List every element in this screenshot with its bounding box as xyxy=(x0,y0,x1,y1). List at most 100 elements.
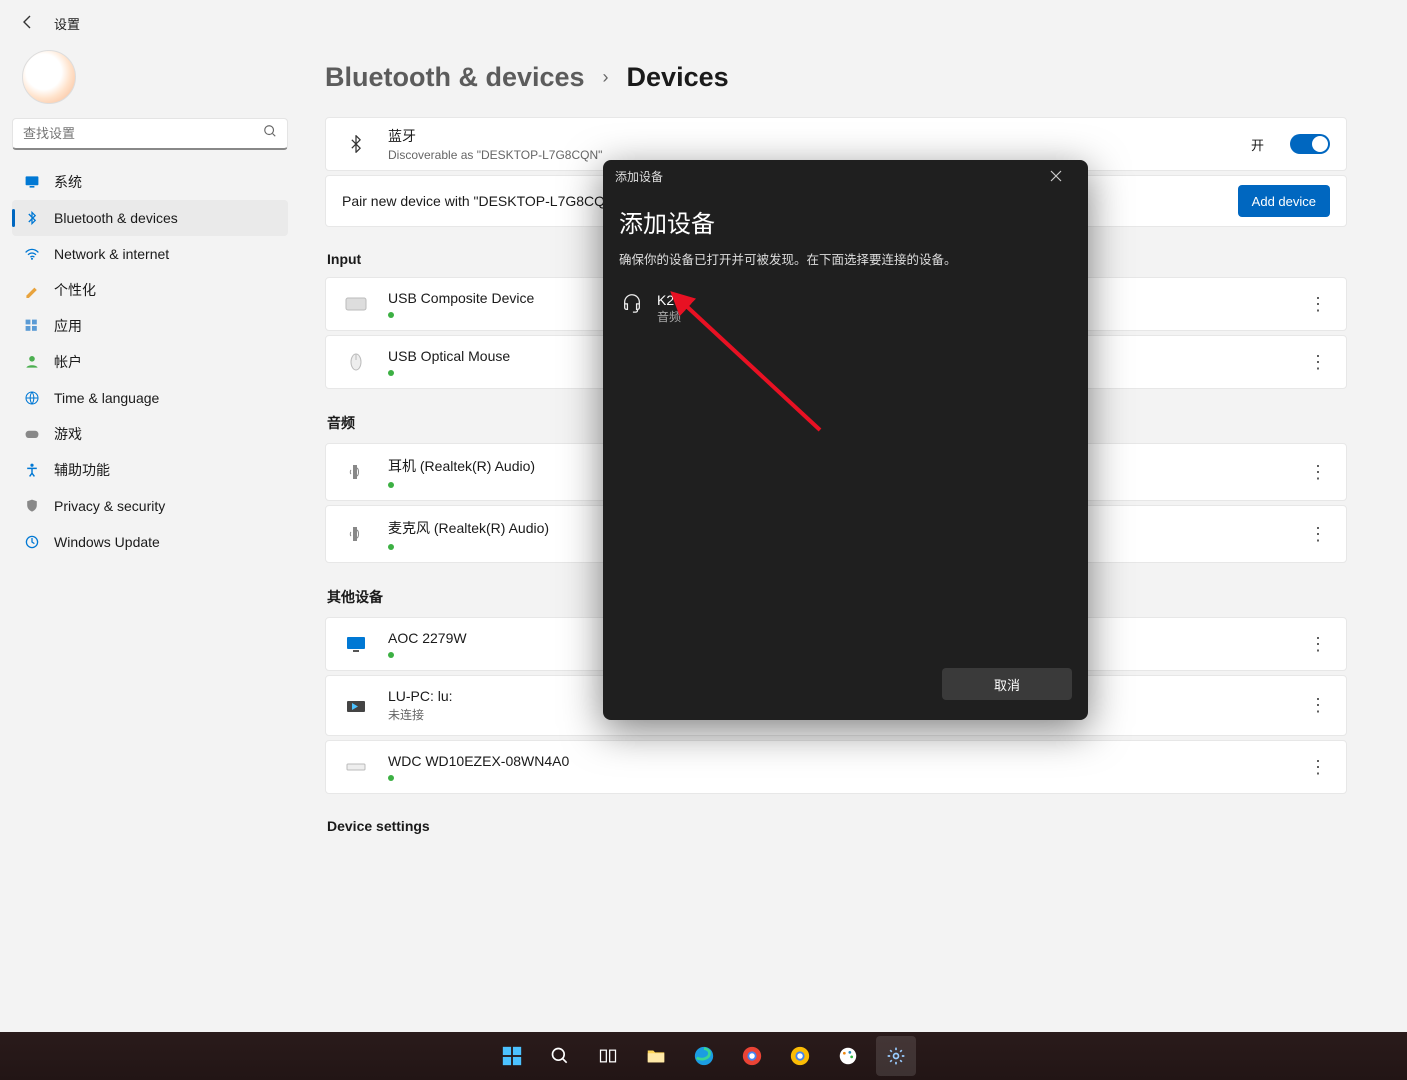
bluetooth-icon xyxy=(342,130,370,158)
more-options-button[interactable]: ⋮ xyxy=(1306,352,1330,373)
nav-item-accessibility[interactable]: 辅助功能 xyxy=(12,452,288,488)
device-icon xyxy=(342,290,370,318)
settings-taskbar-icon[interactable] xyxy=(876,1036,916,1076)
bluetooth-toggle-label: 开 xyxy=(1251,135,1264,154)
dialog-close-button[interactable] xyxy=(1036,162,1076,190)
start-button[interactable] xyxy=(492,1036,532,1076)
status-dot xyxy=(388,775,394,781)
add-device-button[interactable]: Add device xyxy=(1238,185,1330,217)
chrome-canary-icon[interactable] xyxy=(780,1036,820,1076)
nav-item-shield[interactable]: Privacy & security xyxy=(12,488,288,524)
globe-icon xyxy=(24,390,40,406)
device-icon xyxy=(342,348,370,376)
user-icon xyxy=(24,354,40,370)
headset-icon xyxy=(621,292,643,319)
nav-item-globe[interactable]: Time & language xyxy=(12,380,288,416)
file-explorer-icon[interactable] xyxy=(636,1036,676,1076)
device-name: WDC WD10EZEX-08WN4A0 xyxy=(388,753,569,769)
section-device-settings: Device settings xyxy=(327,818,1347,834)
bluetooth-icon xyxy=(24,210,40,226)
gamepad-icon xyxy=(24,426,40,442)
nav-label: 游戏 xyxy=(54,424,82,444)
nav-label: 辅助功能 xyxy=(54,460,110,480)
status-dot xyxy=(388,482,394,488)
update-icon xyxy=(24,534,40,550)
apps-icon xyxy=(24,318,40,334)
nav-item-gamepad[interactable]: 游戏 xyxy=(12,416,288,452)
add-device-dialog: 添加设备 添加设备 确保你的设备已打开并可被发现。在下面选择要连接的设备。 K2… xyxy=(603,160,1088,720)
device-status-text: 未连接 xyxy=(388,706,453,723)
nav-label: Time & language xyxy=(54,390,159,406)
taskbar xyxy=(0,1032,1407,1080)
more-options-button[interactable]: ⋮ xyxy=(1306,462,1330,483)
status-dot xyxy=(388,370,394,376)
breadcrumb-current: Devices xyxy=(627,62,729,93)
nav-item-update[interactable]: Windows Update xyxy=(12,524,288,560)
bluetooth-title: 蓝牙 xyxy=(388,126,602,146)
device-icon xyxy=(342,753,370,781)
device-icon xyxy=(342,630,370,658)
more-options-button[interactable]: ⋮ xyxy=(1306,634,1330,655)
pair-text: Pair new device with "DESKTOP-L7G8CQN" xyxy=(342,193,620,209)
device-icon xyxy=(342,520,370,548)
device-icon xyxy=(342,692,370,720)
nav-item-user[interactable]: 帐户 xyxy=(12,344,288,380)
dialog-heading: 添加设备 xyxy=(619,204,1072,239)
search-icon xyxy=(263,124,277,143)
brush-icon xyxy=(24,282,40,298)
status-dot xyxy=(388,652,394,658)
status-dot xyxy=(388,312,394,318)
task-view-icon[interactable] xyxy=(588,1036,628,1076)
device-name: USB Composite Device xyxy=(388,290,534,306)
more-options-button[interactable]: ⋮ xyxy=(1306,524,1330,545)
device-type: 音频 xyxy=(657,308,681,325)
more-options-button[interactable]: ⋮ xyxy=(1306,695,1330,716)
nav-label: 帐户 xyxy=(54,352,82,372)
monitor-icon xyxy=(24,174,40,190)
device-name: AOC 2279W xyxy=(388,630,467,646)
device-name: K2 xyxy=(657,292,681,308)
search-input[interactable] xyxy=(23,126,263,141)
dialog-cancel-button[interactable]: 取消 xyxy=(942,668,1072,700)
nav-item-wifi[interactable]: Network & internet xyxy=(12,236,288,272)
device-name: LU-PC: lu: xyxy=(388,688,453,704)
user-avatar[interactable] xyxy=(22,50,76,104)
chrome-icon[interactable] xyxy=(732,1036,772,1076)
dialog-description: 确保你的设备已打开并可被发现。在下面选择要连接的设备。 xyxy=(619,249,1072,268)
nav-item-monitor[interactable]: 系统 xyxy=(12,164,288,200)
nav-label: 系统 xyxy=(54,172,82,192)
nav-label: Bluetooth & devices xyxy=(54,210,178,226)
discovered-device-k2[interactable]: K2 音频 xyxy=(619,286,1072,331)
chevron-right-icon: › xyxy=(603,67,609,88)
accessibility-icon xyxy=(24,462,40,478)
more-options-button[interactable]: ⋮ xyxy=(1306,294,1330,315)
wifi-icon xyxy=(24,246,40,262)
shield-icon xyxy=(24,498,40,514)
nav-label: 应用 xyxy=(54,316,82,336)
breadcrumb-parent[interactable]: Bluetooth & devices xyxy=(325,62,585,93)
device-name: USB Optical Mouse xyxy=(388,348,510,364)
breadcrumb: Bluetooth & devices › Devices xyxy=(325,62,1347,93)
nav-item-apps[interactable]: 应用 xyxy=(12,308,288,344)
back-button[interactable] xyxy=(20,14,36,33)
search-input-container[interactable] xyxy=(12,118,288,150)
device-icon xyxy=(342,458,370,486)
more-options-button[interactable]: ⋮ xyxy=(1306,757,1330,778)
taskbar-search-icon[interactable] xyxy=(540,1036,580,1076)
paint-icon[interactable] xyxy=(828,1036,868,1076)
device-row: WDC WD10EZEX-08WN4A0 ⋮ xyxy=(325,740,1347,794)
device-name: 耳机 (Realtek(R) Audio) xyxy=(388,456,535,476)
nav-label: Windows Update xyxy=(54,534,160,550)
nav-label: 个性化 xyxy=(54,280,96,300)
nav-label: Network & internet xyxy=(54,246,169,262)
edge-icon[interactable] xyxy=(684,1036,724,1076)
bluetooth-toggle[interactable] xyxy=(1290,134,1330,154)
header-title: 设置 xyxy=(54,14,80,33)
nav-item-brush[interactable]: 个性化 xyxy=(12,272,288,308)
dialog-titlebar-text: 添加设备 xyxy=(615,168,663,185)
nav-label: Privacy & security xyxy=(54,498,165,514)
device-name: 麦克风 (Realtek(R) Audio) xyxy=(388,518,549,538)
status-dot xyxy=(388,544,394,550)
nav-item-bluetooth[interactable]: Bluetooth & devices xyxy=(12,200,288,236)
bluetooth-subtitle: Discoverable as "DESKTOP-L7G8CQN" xyxy=(388,148,602,162)
